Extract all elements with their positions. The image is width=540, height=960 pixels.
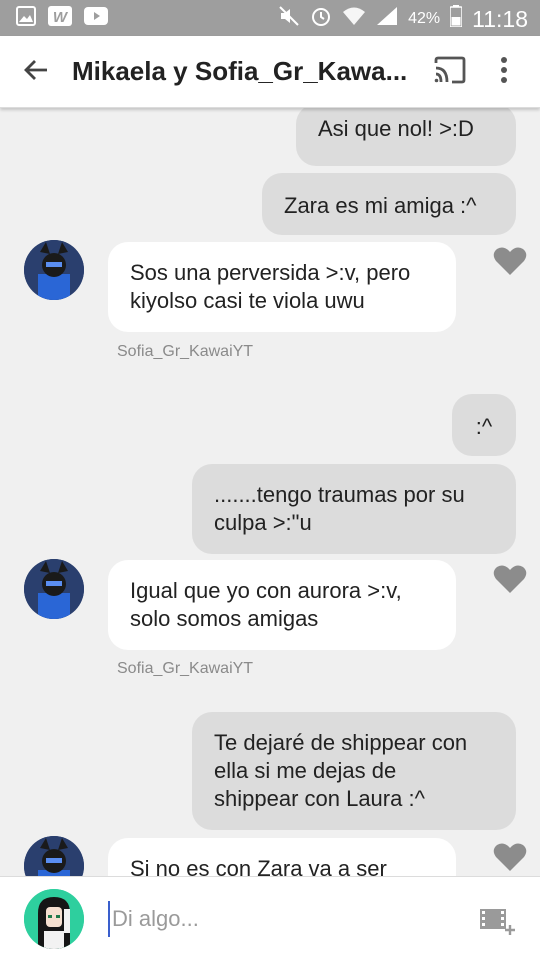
message-input[interactable] xyxy=(108,901,448,937)
message-input-wrapper xyxy=(108,901,448,937)
battery-icon xyxy=(449,5,463,33)
cast-icon xyxy=(433,56,467,89)
w-app-icon: W xyxy=(48,6,72,31)
alarm-icon xyxy=(310,5,332,33)
back-button[interactable] xyxy=(18,54,54,90)
battery-percent: 42% xyxy=(408,10,441,27)
gallery-icon xyxy=(16,6,36,31)
wifi-icon xyxy=(342,6,366,32)
incoming-message[interactable]: Sos una perversida >:v, pero kiyolso cas… xyxy=(108,242,456,332)
outgoing-message[interactable]: .......tengo traumas por su culpa >:"u xyxy=(192,464,516,554)
youtube-icon xyxy=(84,7,108,30)
more-vertical-icon xyxy=(500,56,508,89)
sender-name: Sofia_Gr_KawaiYT xyxy=(117,343,254,360)
sender-name: Sofia_Gr_KawaiYT xyxy=(117,660,254,677)
svg-text:W: W xyxy=(53,9,69,26)
mute-icon xyxy=(278,5,300,33)
cast-button[interactable] xyxy=(430,54,470,90)
add-media-button[interactable] xyxy=(478,903,518,939)
incoming-message[interactable]: Si no es con Zara va a ser xyxy=(108,838,456,876)
sender-avatar[interactable] xyxy=(24,240,84,300)
user-avatar[interactable] xyxy=(24,889,84,949)
sender-avatar[interactable] xyxy=(24,559,84,619)
sender-avatar[interactable] xyxy=(24,836,84,876)
status-bar: W 42% 11:18 xyxy=(0,0,540,36)
outgoing-message[interactable]: Zara es mi amiga :^ xyxy=(262,173,516,235)
composer-bar xyxy=(0,876,540,960)
add-video-icon xyxy=(478,909,518,941)
heart-icon[interactable] xyxy=(493,246,527,276)
message-list[interactable]: Asi que nol! >:D Zara es mi amiga :^ Sos… xyxy=(0,108,540,876)
outgoing-message[interactable]: :^ xyxy=(452,394,516,456)
outgoing-message[interactable]: Te dejaré de shippear con ella si me dej… xyxy=(192,712,516,830)
app-bar: Mikaela y Sofia_Gr_Kawa... xyxy=(0,36,540,108)
chat-title: Mikaela y Sofia_Gr_Kawa... xyxy=(72,56,408,86)
heart-icon[interactable] xyxy=(493,842,527,872)
signal-icon xyxy=(376,6,398,32)
clock: 11:18 xyxy=(472,5,528,32)
heart-icon[interactable] xyxy=(493,564,527,594)
outgoing-message[interactable]: Asi que nol! >:D xyxy=(296,108,516,166)
arrow-back-icon xyxy=(23,58,49,87)
incoming-message[interactable]: Igual que yo con aurora >:v, solo somos … xyxy=(108,560,456,650)
more-options-button[interactable] xyxy=(488,54,520,90)
